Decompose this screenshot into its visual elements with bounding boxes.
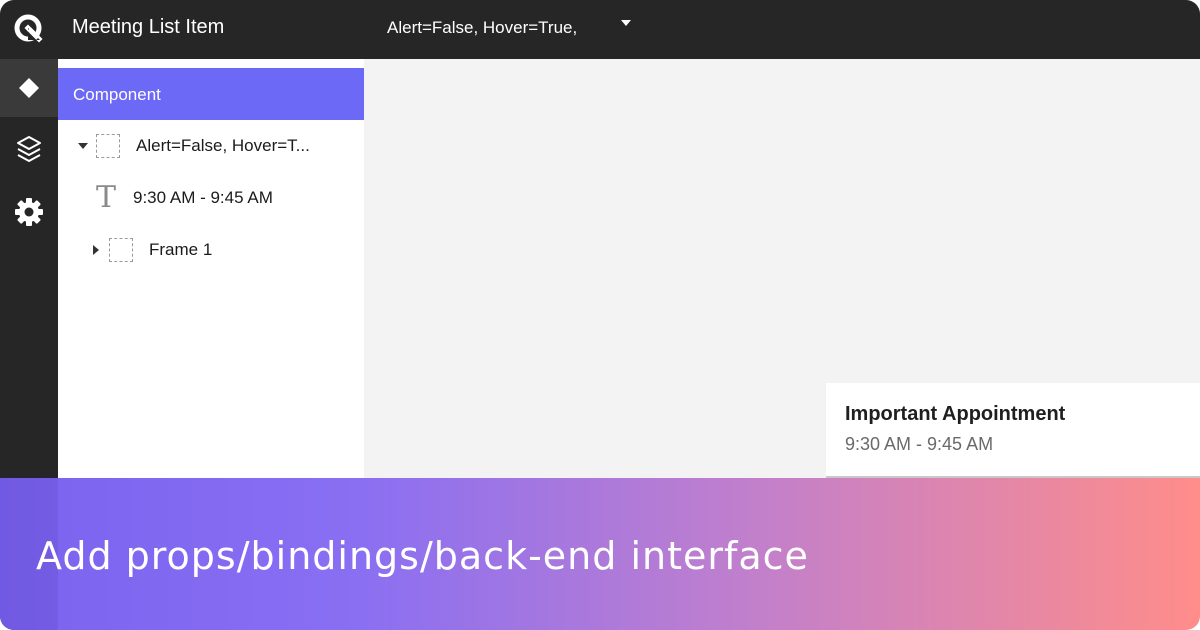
- component-title: Meeting List Item: [72, 16, 225, 38]
- panel-header-component[interactable]: Component: [58, 68, 364, 120]
- tree-item-variant[interactable]: Alert=False, Hover=T...: [78, 126, 310, 166]
- banner-caption: Add props/bindings/back-end interface: [36, 534, 809, 578]
- text-layer-icon: T: [95, 180, 116, 215]
- frame-icon: [96, 134, 120, 158]
- tree-item-frame-1[interactable]: Frame 1: [91, 230, 212, 270]
- tree-item-label: Alert=False, Hover=T...: [136, 136, 310, 155]
- settings-gear-icon: [15, 198, 43, 226]
- tree-item-label: 9:30 AM - 9:45 AM: [133, 188, 273, 207]
- meeting-list-item-preview[interactable]: Important Appointment 9:30 AM - 9:45 AM: [826, 383, 1200, 478]
- app-frame: Meeting List Item Alert=False, Hover=Tru…: [0, 0, 1200, 630]
- top-bar: Meeting List Item Alert=False, Hover=Tru…: [0, 0, 1200, 59]
- app-logo-icon[interactable]: [12, 12, 44, 44]
- caret-right-icon[interactable]: [91, 245, 101, 255]
- caret-down-icon[interactable]: [78, 141, 88, 151]
- tree-item-text-layer[interactable]: T 9:30 AM - 9:45 AM: [93, 178, 273, 218]
- rail-item-component[interactable]: [0, 59, 58, 117]
- component-diamond-icon: [19, 78, 39, 98]
- rail-item-layers[interactable]: [0, 121, 58, 179]
- tree-item-label: Frame 1: [149, 240, 213, 259]
- chevron-down-icon[interactable]: [620, 19, 632, 27]
- meeting-title: Important Appointment: [845, 403, 1066, 425]
- rail-item-settings[interactable]: [0, 183, 58, 241]
- layers-icon: [17, 136, 41, 162]
- frame-icon: [109, 238, 133, 262]
- meeting-time: 9:30 AM - 9:45 AM: [845, 434, 994, 454]
- variant-selector[interactable]: Alert=False, Hover=True,: [387, 18, 577, 38]
